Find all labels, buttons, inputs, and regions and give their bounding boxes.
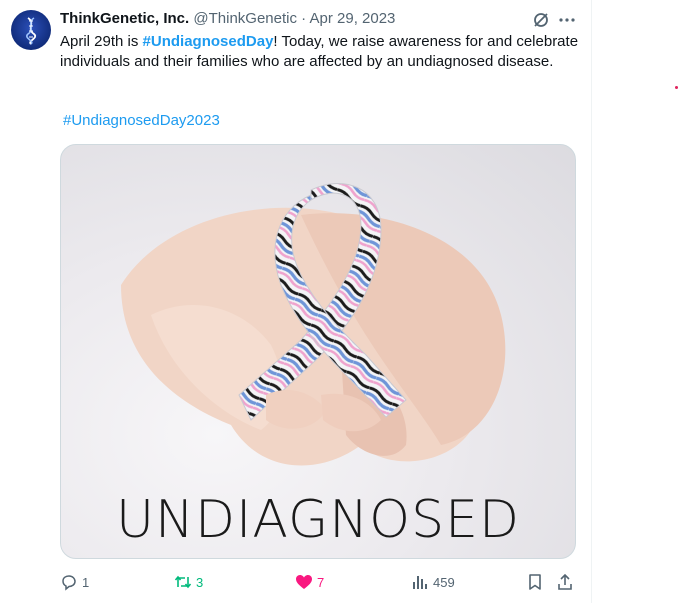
- bookmark-button[interactable]: [526, 571, 548, 593]
- views-button[interactable]: 459: [411, 571, 455, 593]
- author-name[interactable]: ThinkGenetic, Inc.: [60, 10, 189, 27]
- reply-count: 1: [82, 574, 90, 590]
- tweet-text-prefix: April 29th is: [60, 33, 143, 50]
- hashtag-link[interactable]: #UndiagnosedDay2023: [63, 111, 220, 131]
- retweet-button[interactable]: 3: [174, 571, 203, 593]
- retweet-icon: [174, 575, 192, 589]
- author-handle[interactable]: @ThinkGenetic: [193, 10, 297, 27]
- like-count: 7: [317, 574, 325, 590]
- retweet-count: 3: [196, 574, 204, 590]
- share-button[interactable]: [556, 571, 578, 593]
- tweet-text: April 29th is #UndiagnosedDay! Today, we…: [60, 32, 585, 72]
- views-count: 459: [433, 574, 455, 590]
- heart-icon: [296, 575, 312, 589]
- reply-icon: [62, 575, 76, 591]
- tweet-actions: 1 3 7 459: [60, 571, 585, 593]
- avatar[interactable]: [11, 10, 51, 50]
- hashtag-inline-link[interactable]: #UndiagnosedDay: [143, 33, 274, 50]
- indicator-dot: [675, 86, 678, 89]
- timeline-divider: [591, 0, 592, 603]
- dna-logo: [26, 17, 37, 45]
- more-options-icon[interactable]: [557, 10, 577, 30]
- reply-button[interactable]: 1: [60, 571, 89, 593]
- tweet-media[interactable]: UNDIAGNOSED: [60, 144, 576, 559]
- share-icon: [558, 573, 572, 590]
- views-icon: [413, 576, 427, 589]
- tweet-date[interactable]: Apr 29, 2023: [310, 10, 396, 27]
- media-caption-text: UNDIAGNOSED: [115, 490, 521, 550]
- grok-icon[interactable]: [531, 10, 551, 30]
- tweet-header: ThinkGenetic, Inc. @ThinkGenetic · Apr 2…: [60, 9, 395, 29]
- meta-separator: ·: [301, 10, 307, 27]
- bookmark-icon: [529, 574, 541, 590]
- like-button[interactable]: 7: [295, 571, 324, 593]
